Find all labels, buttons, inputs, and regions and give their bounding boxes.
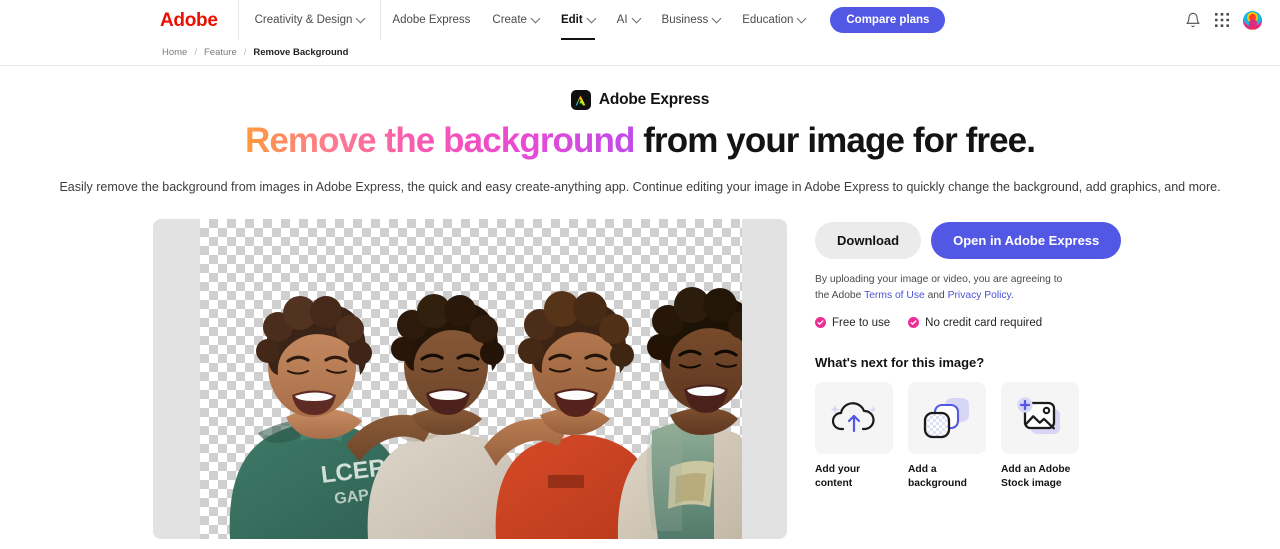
page-title-rest: from your image for free. — [643, 121, 1036, 160]
legal-text-and: and — [924, 289, 948, 301]
app-grid-icon[interactable] — [1215, 13, 1229, 27]
chevron-down-icon — [796, 13, 807, 23]
terms-of-use-link[interactable]: Terms of Use — [864, 290, 925, 301]
nav-label: Creativity & Design — [254, 14, 353, 26]
adobe-logo[interactable]: Adobe — [160, 11, 238, 30]
chevron-down-icon — [586, 13, 597, 23]
chevron-down-icon — [530, 13, 541, 23]
child-4 — [617, 286, 742, 539]
perk-no-credit-card: No credit card required — [908, 317, 1042, 329]
adobe-express-logo-icon — [570, 90, 591, 110]
nav-item-ai[interactable]: AI — [606, 0, 651, 40]
cloud-upload-icon — [830, 402, 877, 432]
nav-label: Adobe Express — [392, 14, 471, 26]
card-tile — [815, 381, 893, 454]
breadcrumb-item-feature[interactable]: Feature — [204, 47, 237, 58]
card-label: Add an Adobe Stock image — [1001, 463, 1071, 489]
breadcrumb-item-home[interactable]: Home — [162, 47, 187, 58]
hero-section: Adobe Express Remove the background from… — [0, 66, 1280, 197]
chevron-down-icon — [631, 13, 641, 23]
nav-item-edit[interactable]: Edit — [550, 0, 606, 40]
nav-item-adobe-express[interactable]: Adobe Express — [381, 0, 481, 40]
add-image-icon — [1017, 397, 1060, 434]
global-navigation-bar: Adobe Creativity & Design Adobe Express … — [0, 0, 1280, 40]
breadcrumb-separator: / — [194, 47, 197, 58]
adobe-express-badge: Adobe Express — [570, 90, 710, 110]
nav-label: AI — [616, 14, 628, 26]
card-label: Add your content — [815, 463, 861, 489]
perk-free-to-use: Free to use — [815, 317, 890, 329]
chevron-down-icon — [711, 13, 722, 23]
actions-panel: Download Open in Adobe Express By upload… — [815, 219, 1122, 491]
page-title-highlight: Remove the background — [244, 121, 635, 160]
perk-label: Free to use — [832, 316, 891, 329]
avatar[interactable] — [1243, 10, 1262, 30]
nav-label: Education — [742, 14, 794, 26]
card-add-a-background[interactable]: Add a background — [908, 381, 986, 491]
compare-plans-button[interactable]: Compare plans — [830, 7, 946, 33]
whats-next-cards: Add your content Add a background Add an… — [815, 381, 1105, 491]
cutout-photo: LCERATG GAP — [229, 286, 742, 539]
breadcrumb: Home / Feature / Remove Background — [0, 40, 1280, 66]
whats-next-heading: What's next for this image? — [815, 354, 985, 370]
check-circle-icon — [815, 317, 826, 329]
main-content: LCERATG GAP Download Open in Adobe Expre… — [0, 197, 1280, 539]
perk-label: No credit card required — [925, 316, 1043, 329]
nav-item-business[interactable]: Business — [651, 0, 732, 40]
legal-text-suffix: . — [1010, 289, 1014, 301]
page-title: Remove the background from your image fo… — [0, 121, 1280, 160]
nav-label: Edit — [560, 14, 583, 26]
card-add-adobe-stock-image[interactable]: Add an Adobe Stock image — [1001, 381, 1079, 491]
nav-item-create[interactable]: Create — [481, 0, 550, 40]
download-button[interactable]: Download — [815, 221, 922, 259]
adobe-express-label: Adobe Express — [598, 91, 710, 108]
breadcrumb-item-current: Remove Background — [253, 47, 349, 58]
cta-button-row: Download Open in Adobe Express — [815, 221, 1122, 259]
legal-disclaimer: By uploading your image or video, you ar… — [815, 272, 1077, 304]
open-in-adobe-express-button[interactable]: Open in Adobe Express — [931, 221, 1122, 259]
layers-background-icon — [923, 397, 969, 438]
chevron-down-icon — [355, 13, 366, 23]
perks-row: Free to use No credit card required — [815, 317, 1105, 329]
image-preview-canvas[interactable]: LCERATG GAP — [153, 218, 787, 539]
breadcrumb-separator: / — [243, 47, 247, 58]
privacy-policy-link[interactable]: Privacy Policy — [948, 290, 1011, 301]
hero-subtitle: Easily remove the background from images… — [59, 180, 1221, 195]
nav-label: Business — [661, 14, 709, 26]
primary-nav: Creativity & Design Adobe Express Create… — [239, 0, 817, 40]
card-tile — [1001, 381, 1079, 454]
nav-utilities — [1185, 10, 1262, 30]
check-circle-icon — [908, 317, 920, 329]
bell-icon[interactable] — [1185, 12, 1201, 28]
nav-item-education[interactable]: Education — [731, 0, 816, 40]
card-label: Add a background — [908, 463, 967, 489]
nav-item-creativity-design[interactable]: Creativity & Design — [239, 0, 381, 40]
card-add-your-content[interactable]: Add your content — [815, 381, 893, 491]
nav-label: Create — [492, 14, 527, 26]
card-tile — [908, 381, 986, 454]
